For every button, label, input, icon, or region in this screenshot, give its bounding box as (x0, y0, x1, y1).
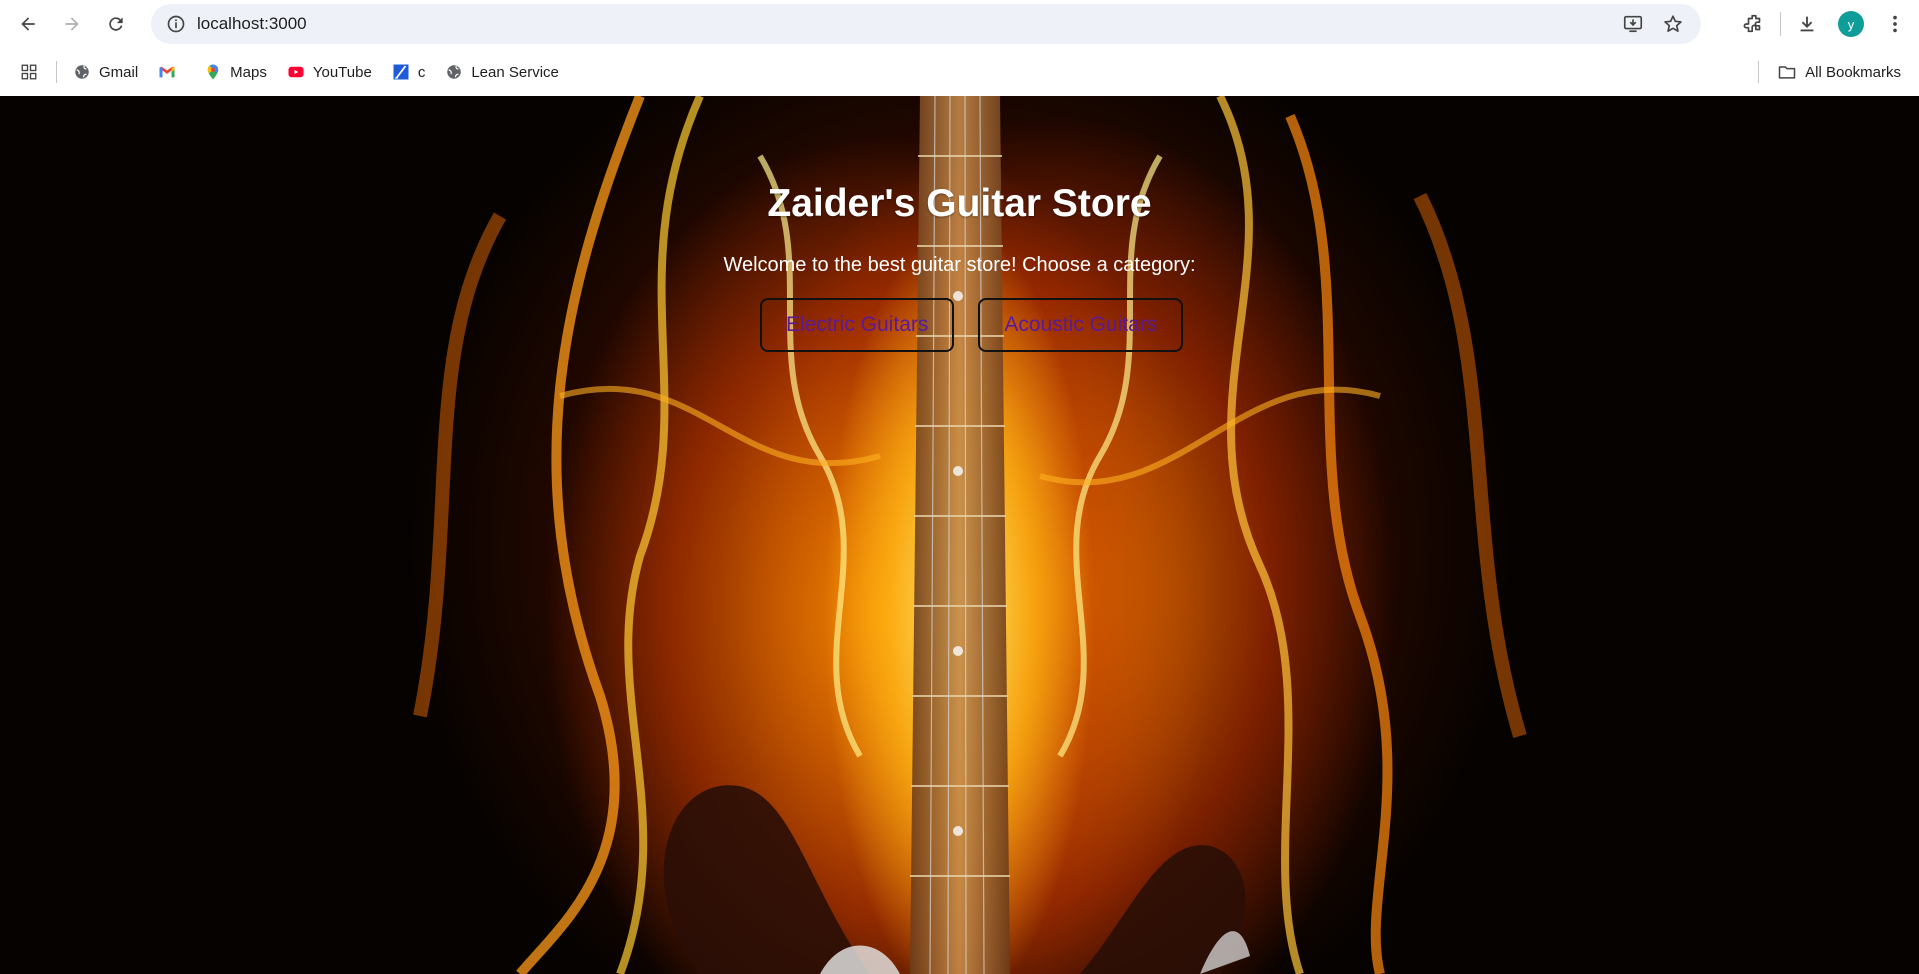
bookmark-label: c (417, 63, 426, 81)
avatar: y (1838, 11, 1864, 37)
category-buttons: Electric Guitars Acoustic Guitars (760, 298, 1184, 352)
bookmark-label: Lean Service (471, 63, 559, 81)
globe-icon (447, 65, 462, 79)
menu-kebab-icon[interactable] (1877, 6, 1913, 42)
page-title: Zaider's Guitar Store (767, 182, 1152, 225)
bookmark-gmail-m[interactable] (158, 56, 184, 88)
apps-grid-icon (21, 64, 37, 80)
bookmark-c-icon (393, 64, 409, 80)
bookmark-maps[interactable]: Maps (204, 56, 267, 88)
profile-avatar-button[interactable]: y (1833, 6, 1869, 42)
bookmark-c[interactable]: c (392, 56, 426, 88)
bookmarks-divider (56, 61, 57, 83)
back-arrow-icon (21, 17, 35, 31)
folder-icon (1778, 66, 1796, 79)
reload-icon (109, 17, 123, 31)
gmail-icon (159, 66, 175, 78)
forward-arrow-icon (65, 17, 79, 31)
bookmark-label: Gmail (99, 63, 139, 81)
page-viewport: Zaider's Guitar Store Welcome to the bes… (0, 96, 1919, 974)
bookmark-label: YouTube (312, 63, 372, 81)
bookmark-lean-service[interactable]: Lean Service (445, 56, 559, 88)
bookmark-label: Maps (230, 63, 267, 81)
reload-button[interactable] (96, 4, 136, 44)
apps-grid-button[interactable] (20, 56, 38, 88)
browser-toolbar: localhost:3000 y (0, 0, 1919, 48)
bookmark-star-icon[interactable] (1655, 6, 1691, 42)
youtube-icon (288, 66, 304, 78)
all-bookmarks-button[interactable]: All Bookmarks (1777, 56, 1901, 88)
install-app-icon[interactable] (1615, 6, 1651, 42)
acoustic-guitars-button[interactable]: Acoustic Guitars (978, 298, 1184, 352)
extensions-icon[interactable] (1736, 6, 1772, 42)
electric-guitars-button[interactable]: Electric Guitars (760, 298, 955, 352)
site-info-icon[interactable] (157, 5, 195, 43)
url-text[interactable]: localhost:3000 (197, 14, 1615, 34)
maps-pin-icon (207, 64, 219, 80)
downloads-icon[interactable] (1789, 6, 1825, 42)
globe-icon (75, 65, 89, 79)
all-bookmarks-divider (1758, 61, 1759, 83)
forward-button[interactable] (52, 4, 92, 44)
toolbar-divider (1780, 12, 1781, 36)
address-bar[interactable]: localhost:3000 (151, 4, 1701, 44)
bookmarks-bar: Gmail Maps YouTube c Lean Service All Bo… (0, 48, 1919, 96)
bookmark-gmail[interactable]: Gmail (73, 56, 138, 88)
back-button[interactable] (8, 4, 48, 44)
bookmark-youtube[interactable]: YouTube (287, 56, 372, 88)
all-bookmarks-label: All Bookmarks (1805, 63, 1901, 81)
guitar-flames-background (413, 96, 1527, 974)
page-subtitle: Welcome to the best guitar store! Choose… (723, 254, 1196, 276)
